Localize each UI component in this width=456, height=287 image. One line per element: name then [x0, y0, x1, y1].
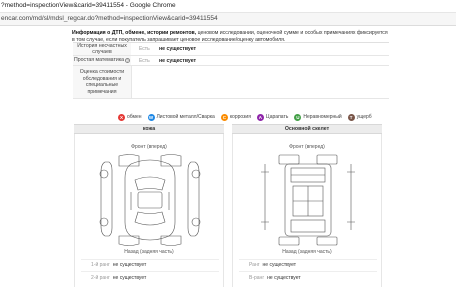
legend-label: Царапать: [265, 114, 289, 120]
row-label-text: История несчастных случаев: [77, 42, 127, 56]
rank-row: В-ранг не существует: [249, 275, 301, 281]
row-label-text: Простая математика: [74, 57, 124, 64]
intro-bold-text: Информация о ДТП, обмене, истории ремонт…: [72, 30, 197, 36]
row-label-text: Оценка стоимости обследования и специаль…: [79, 69, 125, 95]
help-icon[interactable]: ?: [124, 58, 130, 63]
legend-label: ущерб: [356, 114, 372, 120]
row-label: Простая математика?: [73, 56, 131, 65]
car-exterior-diagram: [99, 154, 201, 246]
divider: [239, 271, 377, 272]
rear-caption: Назад (задняя часть): [282, 249, 332, 255]
table-row: Простая математика? Есть не существует: [73, 56, 389, 66]
legend-item: W Листовой металл/Сварка: [147, 113, 215, 121]
legend-item: Cкоррозия: [220, 113, 251, 121]
divider: [81, 271, 219, 272]
exchange-icon: X: [118, 113, 125, 121]
row-label: История несчастных случаев: [73, 43, 131, 55]
damage-icon: T: [347, 113, 355, 121]
row-label: Оценка стоимости обследования и специаль…: [73, 66, 131, 98]
rank-row: 2-й ранг не существует: [91, 275, 146, 281]
rank-value: не существует: [267, 275, 301, 281]
browser-title-bar: ?method=inspectionView&carid=39411554 - …: [0, 0, 456, 13]
rank-label: В-ранг: [249, 275, 265, 281]
rank-label: 2-й ранг: [91, 275, 110, 281]
rank-row: 1-й ранг не существует: [91, 262, 146, 268]
table-row: Оценка стоимости обследования и специаль…: [73, 66, 389, 99]
window-title: ?method=inspectionView&carid=39411554 - …: [1, 2, 176, 9]
rank-label: 1-й ранг: [91, 262, 110, 268]
skin-panel: Фронт (вперед) Назад (задняя часть) 1-й …: [74, 134, 224, 287]
divider: [239, 259, 377, 260]
legend-item: U Неравномерный: [294, 113, 342, 121]
front-caption: Фронт (вперед): [289, 144, 325, 150]
corrosion-icon: C: [220, 113, 228, 121]
panel-header-skin: кожа: [74, 124, 224, 134]
row-sub: Есть: [139, 46, 150, 52]
panel-header-skeleton: Основной скелет: [232, 124, 382, 134]
address-bar[interactable]: encar.com/md/sl/mdsl_regcar.do?method=in…: [0, 13, 456, 26]
rank-value: не существует: [112, 262, 147, 268]
row-value: не существует: [159, 57, 197, 64]
history-table: История несчастных случаев Есть не сущес…: [73, 42, 389, 99]
divider: [81, 259, 219, 260]
front-caption: Фронт (вперед): [131, 144, 167, 150]
table-row: История несчастных случаев Есть не сущес…: [73, 43, 389, 56]
panel-title: Основной скелет: [284, 126, 330, 132]
legend-item: Tущерб: [347, 113, 372, 121]
legend-label: Листовой металл/Сварка: [156, 114, 215, 120]
url-text[interactable]: encar.com/md/sl/mdsl_regcar.do?method=in…: [1, 15, 218, 22]
legend-item: Xобмен: [118, 113, 142, 121]
legend-label: Неравномерный: [303, 114, 342, 120]
scratch-icon: A: [256, 113, 264, 121]
row-sub: Есть: [139, 57, 150, 64]
rear-caption: Назад (задняя часть): [124, 249, 174, 255]
legend-item: A Царапать: [256, 113, 289, 121]
rank-label: Ранг: [249, 262, 260, 268]
legend-label: коррозия: [229, 114, 251, 120]
legend-label: обмен: [127, 114, 142, 120]
welding-icon: W: [147, 113, 155, 121]
rank-value: не существует: [112, 275, 147, 281]
uneven-icon: U: [294, 113, 302, 121]
damage-legend: Xобмен W Листовой металл/Сварка Cкоррозия…: [118, 112, 372, 122]
rank-value: не существует: [262, 262, 297, 268]
row-value: [131, 66, 389, 98]
car-skeleton-diagram: [261, 154, 355, 246]
panel-title: кожа: [142, 126, 156, 132]
rank-row: Ранг не существует: [249, 262, 296, 268]
skeleton-panel: Фронт (вперед) Назад (задняя часть) Ранг…: [232, 134, 382, 287]
row-value: не существует: [159, 46, 197, 52]
